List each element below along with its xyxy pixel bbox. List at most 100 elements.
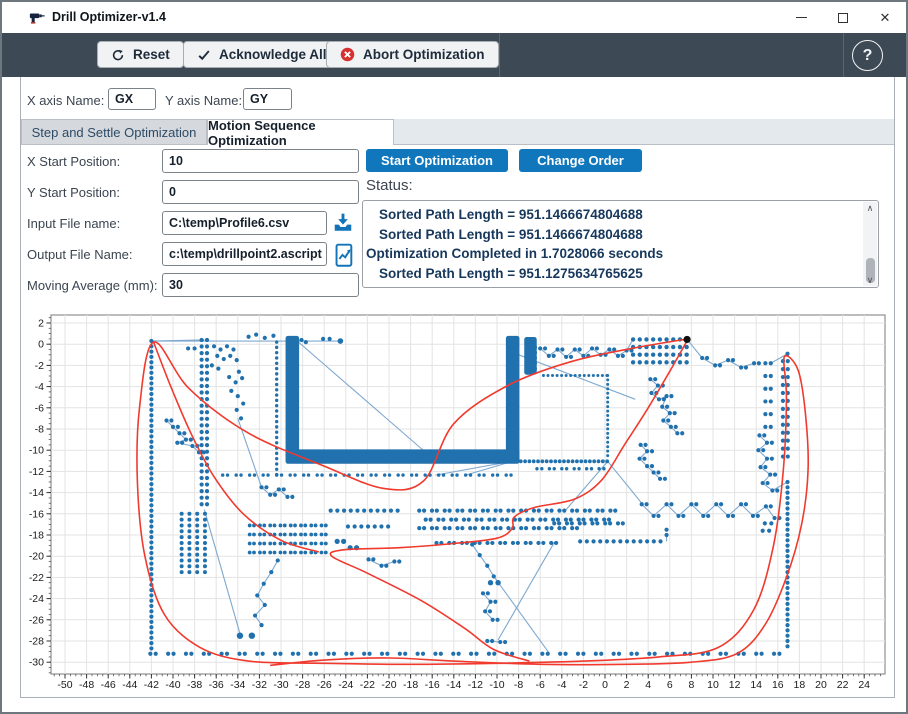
x-axis-name-input[interactable]: GX	[108, 88, 156, 110]
svg-text:12: 12	[729, 679, 741, 691]
svg-text:-28: -28	[295, 679, 310, 691]
svg-text:2: 2	[38, 318, 44, 330]
y-axis-name-input[interactable]: GY	[243, 88, 292, 110]
help-icon: ?	[863, 47, 873, 65]
svg-text:-48: -48	[79, 679, 94, 691]
svg-text:-18: -18	[403, 679, 418, 691]
moving-average-label: Moving Average (mm):	[27, 278, 158, 293]
start-optimization-label: Start Optimization	[381, 153, 493, 168]
svg-text:8: 8	[688, 679, 694, 691]
svg-text:-42: -42	[144, 679, 159, 691]
minimize-icon	[796, 17, 807, 18]
app-window: Drill Optimizer-v1.4 ✕ Reset Acknowledge…	[0, 0, 908, 714]
minimize-button[interactable]	[780, 2, 822, 33]
chart-canvas[interactable]: -50-48-46-44-42-40-38-36-34-32-30-28-26-…	[19, 304, 899, 696]
acknowledge-all-button[interactable]: Acknowledge All	[183, 41, 341, 68]
status-line: Sorted Path Length = 951.1466674804688	[363, 225, 878, 245]
window-title: Drill Optimizer-v1.4	[52, 10, 166, 24]
svg-text:-4: -4	[35, 381, 44, 393]
scroll-up-icon[interactable]: ∧	[863, 202, 877, 214]
svg-text:-30: -30	[29, 657, 44, 669]
change-order-label: Change Order	[537, 153, 624, 168]
svg-text:-46: -46	[101, 679, 116, 691]
input-file-label: Input File name:	[27, 216, 120, 231]
svg-text:4: 4	[645, 679, 651, 691]
output-file-input[interactable]: c:\temp\drillpoint2.ascript	[162, 242, 327, 266]
svg-text:-26: -26	[29, 614, 44, 626]
svg-text:-28: -28	[29, 636, 44, 648]
svg-text:24: 24	[858, 679, 870, 691]
reset-label: Reset	[133, 47, 170, 62]
acknowledge-all-label: Acknowledge All	[219, 47, 327, 62]
status-line: Sorted Path Length = 951.1275634765625	[363, 264, 878, 284]
svg-text:-36: -36	[209, 679, 224, 691]
y-start-input[interactable]: 0	[162, 180, 359, 204]
svg-text:-34: -34	[230, 679, 245, 691]
load-file-icon[interactable]	[332, 212, 354, 234]
svg-text:-2: -2	[35, 360, 44, 372]
svg-text:-2: -2	[579, 679, 588, 691]
drill-app-icon	[29, 10, 45, 26]
tab-step-and-settle-label: Step and Settle Optimization	[32, 125, 197, 140]
title-bar: Drill Optimizer-v1.4 ✕	[2, 2, 906, 33]
svg-text:0: 0	[38, 339, 44, 351]
status-box[interactable]: Sorted Path Length = 951.1466674804688 S…	[362, 200, 879, 288]
svg-text:-44: -44	[122, 679, 137, 691]
maximize-icon	[838, 13, 848, 23]
reset-button[interactable]: Reset	[97, 41, 184, 68]
status-scrollbar[interactable]: ∧ ∨	[863, 202, 877, 286]
svg-text:20: 20	[815, 679, 827, 691]
svg-text:18: 18	[794, 679, 806, 691]
change-order-button[interactable]: Change Order	[519, 149, 642, 172]
svg-text:-12: -12	[468, 679, 483, 691]
svg-text:-30: -30	[273, 679, 288, 691]
svg-text:0: 0	[602, 679, 608, 691]
svg-text:-14: -14	[29, 487, 44, 499]
x-start-input[interactable]: 10	[162, 149, 359, 173]
svg-text:-6: -6	[536, 679, 545, 691]
maximize-button[interactable]	[822, 2, 864, 33]
tab-step-and-settle[interactable]: Step and Settle Optimization	[21, 119, 207, 145]
svg-text:6: 6	[667, 679, 673, 691]
toolbar-separator	[499, 33, 500, 77]
svg-text:-4: -4	[557, 679, 566, 691]
close-button[interactable]: ✕	[864, 2, 906, 33]
svg-text:-10: -10	[29, 445, 44, 457]
svg-text:-8: -8	[35, 424, 44, 436]
check-icon	[197, 48, 211, 62]
status-label: Status:	[366, 177, 413, 194]
close-icon: ✕	[880, 11, 891, 24]
svg-text:-14: -14	[446, 679, 461, 691]
svg-text:14: 14	[750, 679, 762, 691]
status-line: Optimization Completed in 1.7028066 seco…	[363, 244, 878, 264]
help-button[interactable]: ?	[852, 40, 883, 71]
svg-text:-20: -20	[29, 551, 44, 563]
svg-text:-24: -24	[338, 679, 353, 691]
x-start-label: X Start Position:	[27, 154, 120, 169]
start-optimization-button[interactable]: Start Optimization	[366, 149, 508, 172]
svg-text:-26: -26	[317, 679, 332, 691]
script-file-icon[interactable]	[333, 243, 356, 268]
svg-text:22: 22	[837, 679, 849, 691]
drill-path-chart: -50-48-46-44-42-40-38-36-34-32-30-28-26-…	[19, 304, 899, 701]
scroll-down-icon[interactable]: ∨	[863, 274, 877, 286]
svg-text:-20: -20	[381, 679, 396, 691]
abort-optimization-button[interactable]: Abort Optimization	[326, 41, 499, 68]
tab-motion-sequence[interactable]: Motion Sequence Optimization	[207, 119, 394, 145]
svg-text:-38: -38	[187, 679, 202, 691]
svg-text:-6: -6	[35, 402, 44, 414]
moving-average-input[interactable]: 30	[162, 273, 359, 297]
svg-text:-16: -16	[425, 679, 440, 691]
svg-text:-22: -22	[29, 572, 44, 584]
output-file-label: Output File Name:	[27, 247, 133, 262]
y-axis-name-label: Y axis Name:	[165, 93, 242, 108]
chart-current-position-dot	[683, 336, 690, 343]
abort-optimization-label: Abort Optimization	[363, 47, 485, 62]
svg-text:10: 10	[707, 679, 719, 691]
svg-text:16: 16	[772, 679, 784, 691]
svg-text:-40: -40	[165, 679, 180, 691]
tab-motion-sequence-label: Motion Sequence Optimization	[208, 118, 393, 148]
abort-icon	[340, 47, 355, 62]
svg-text:-24: -24	[29, 593, 44, 605]
input-file-input[interactable]: C:\temp\Profile6.csv	[162, 211, 327, 235]
